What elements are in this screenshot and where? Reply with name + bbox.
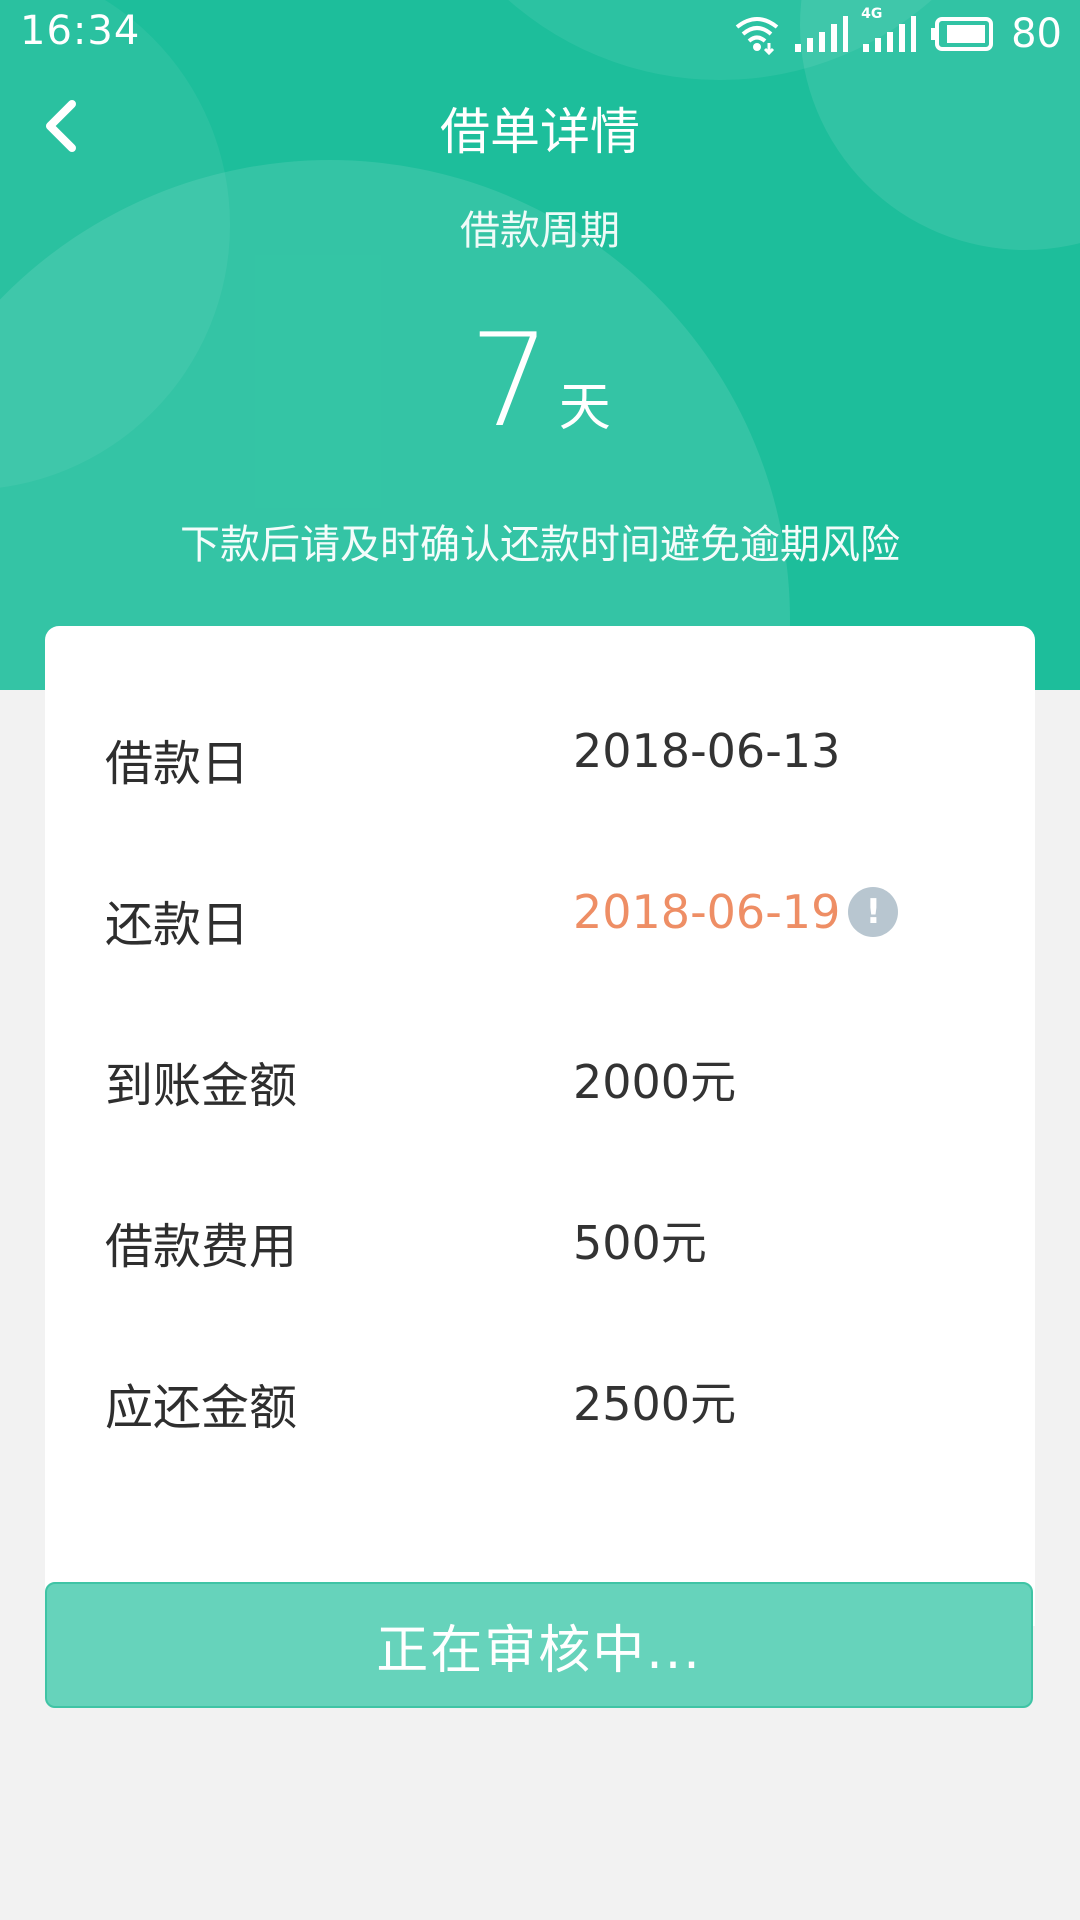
loan-date-value: 2018-06-13 (573, 724, 841, 778)
page-title: 借单详情 (440, 103, 640, 161)
detail-row: 到账金额 2000元 (45, 1024, 1035, 1124)
repayment-notice: 下款后请及时确认还款时间避免逾期风险 (180, 522, 900, 568)
loan-period-value: 7 (469, 307, 551, 456)
loan-details-card: 借款日 2018-06-13 还款日 2018-06-19 ! 到账金额 200… (45, 626, 1035, 1626)
detail-row: 应还金额 2500元 (45, 1346, 1035, 1446)
status-time: 16:34 (20, 8, 141, 54)
info-icon[interactable]: ! (848, 887, 899, 937)
repayment-date-label: 还款日 (105, 897, 250, 953)
detail-row: 借款费用 500元 (45, 1185, 1035, 1285)
amount-due-label: 应还金额 (105, 1380, 298, 1436)
received-amount-label: 到账金额 (105, 1058, 298, 1114)
reviewing-status-button[interactable]: 正在审核中... (45, 1582, 1033, 1708)
loan-period: 7天 (0, 318, 1080, 446)
loan-fee-label: 借款费用 (105, 1219, 298, 1275)
repayment-date-value: 2018-06-19 (573, 885, 841, 939)
detail-row: 借款日 2018-06-13 (45, 702, 1035, 802)
amount-due-value: 2500元 (573, 1377, 737, 1431)
header-banner: 16:34 4G 80 借单详情 借款周期 7 天 下款后请及时确认还款时间避免… (0, 0, 1080, 690)
status-bar: 16:34 4G 80 (0, 0, 1080, 66)
battery-level: 80 (1011, 11, 1062, 57)
signal-4g-icon: 4G (861, 6, 917, 54)
signal-icon (793, 14, 849, 54)
loan-period-unit: 天 (558, 378, 611, 438)
received-amount-value: 2000元 (573, 1055, 737, 1109)
wifi-icon (733, 13, 781, 55)
detail-row: 还款日 2018-06-19 ! (45, 863, 1035, 963)
repayment-date: 2018-06-19 ! (573, 885, 899, 939)
loan-period-label: 借款周期 (460, 208, 620, 254)
status-icons: 4G 80 (733, 6, 1062, 58)
loan-fee-value: 500元 (573, 1216, 707, 1270)
loan-date-label: 借款日 (105, 736, 250, 792)
battery-icon (929, 16, 995, 52)
